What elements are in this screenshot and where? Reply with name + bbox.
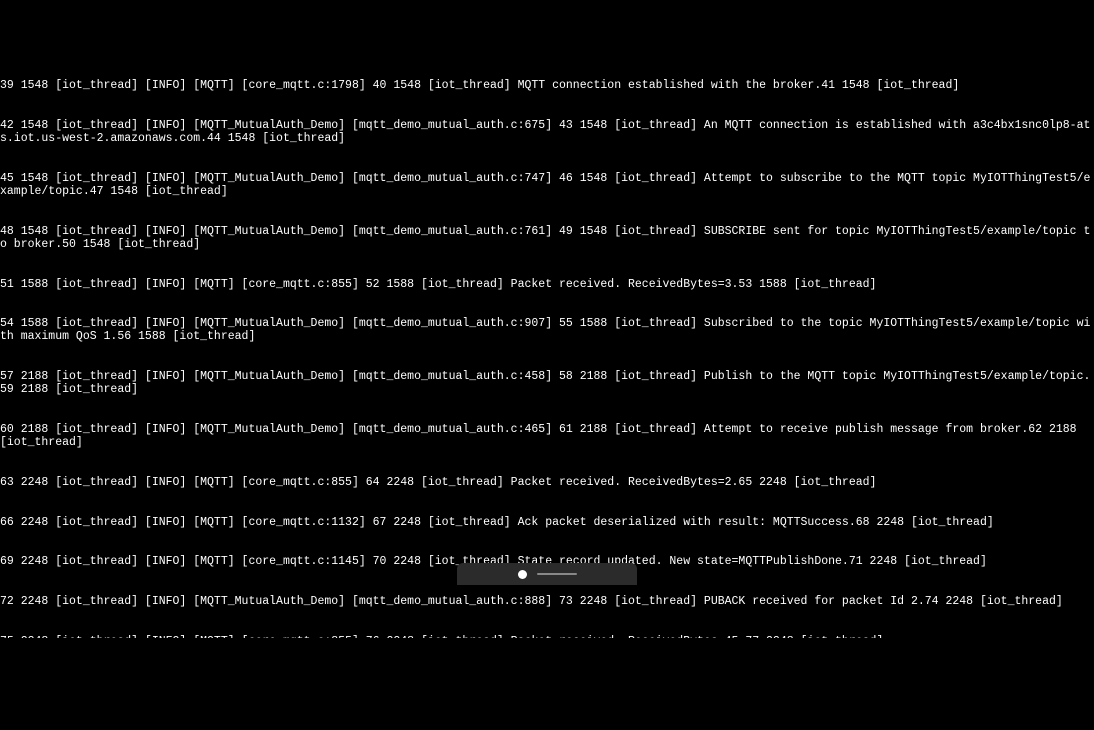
log-line: 39 1548 [iot_thread] [INFO] [MQTT] [core… xyxy=(0,79,1094,92)
log-line: 75 2248 [iot_thread] [INFO] [MQTT] [core… xyxy=(0,635,1094,638)
log-line: 57 2188 [iot_thread] [INFO] [MQTT_Mutual… xyxy=(0,370,1094,396)
log-line: 45 1548 [iot_thread] [INFO] [MQTT_Mutual… xyxy=(0,172,1094,198)
terminal-output[interactable]: 39 1548 [iot_thread] [INFO] [MQTT] [core… xyxy=(0,53,1094,638)
log-line: 42 1548 [iot_thread] [INFO] [MQTT_Mutual… xyxy=(0,119,1094,145)
record-icon[interactable] xyxy=(518,570,527,579)
log-line: 51 1588 [iot_thread] [INFO] [MQTT] [core… xyxy=(0,278,1094,291)
log-line: 54 1588 [iot_thread] [INFO] [MQTT_Mutual… xyxy=(0,317,1094,343)
bottom-control-bar[interactable] xyxy=(457,563,637,585)
handle-icon[interactable] xyxy=(537,573,577,575)
log-line: 66 2248 [iot_thread] [INFO] [MQTT] [core… xyxy=(0,516,1094,529)
log-line: 72 2248 [iot_thread] [INFO] [MQTT_Mutual… xyxy=(0,595,1094,608)
log-line: 60 2188 [iot_thread] [INFO] [MQTT_Mutual… xyxy=(0,423,1094,449)
log-line: 63 2248 [iot_thread] [INFO] [MQTT] [core… xyxy=(0,476,1094,489)
log-line: 48 1548 [iot_thread] [INFO] [MQTT_Mutual… xyxy=(0,225,1094,251)
